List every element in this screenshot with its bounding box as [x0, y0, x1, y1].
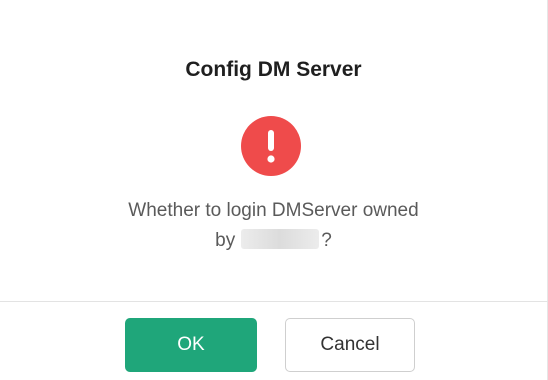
cancel-button[interactable]: Cancel	[285, 318, 415, 372]
exclamation-circle-icon	[241, 116, 301, 176]
message-question-mark: ?	[321, 230, 332, 251]
footer-divider	[0, 301, 548, 302]
exclamation-mark-icon	[267, 130, 275, 163]
redacted-owner-name	[241, 229, 320, 249]
message-by: by	[215, 230, 236, 251]
message-line-2: by?	[0, 226, 547, 256]
message-line-1: Whether to login DMServer owned	[128, 200, 419, 221]
ok-button[interactable]: OK	[125, 318, 257, 372]
config-dm-server-dialog: Config DM Server Whether to login DMServ…	[0, 0, 548, 380]
dialog-title: Config DM Server	[185, 58, 362, 81]
dialog-message: Whether to login DMServer owned by?	[0, 196, 547, 256]
